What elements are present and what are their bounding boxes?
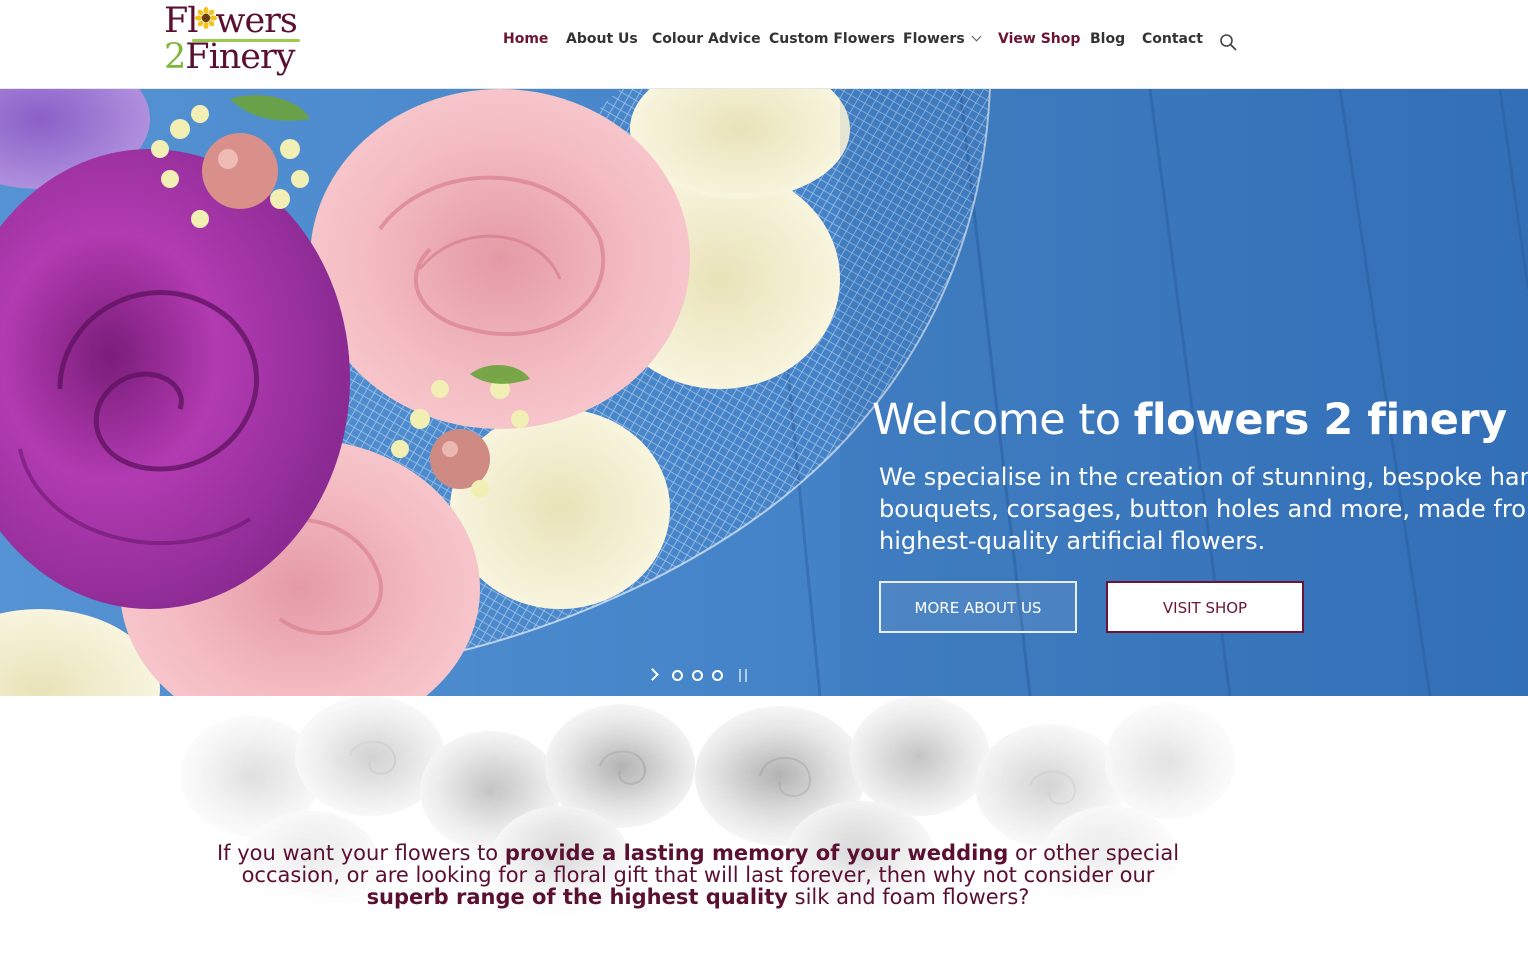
intro-section: If you want your flowers to provide a la… [0,696,1528,954]
slider-dot-3[interactable] [712,670,723,681]
slider-dot-1[interactable] [672,670,683,681]
hero-title: Welcome to flowers 2 finery [872,395,1507,445]
intro-line-1: If you want your flowers to provide a la… [216,841,1180,865]
visit-shop-button[interactable]: VISIT SHOP [1106,581,1304,633]
intro-line-2: occasion, or are looking for a floral gi… [241,863,1155,887]
nav-view-shop[interactable]: View Shop [998,31,1080,47]
site-logo[interactable]: Fl wers 2Finery [164,2,304,78]
chevron-down-icon [971,31,982,42]
nav-colour-advice[interactable]: Colour Advice [652,31,761,47]
nav-blog[interactable]: Blog [1090,31,1125,47]
slider-dot-2[interactable] [692,670,703,681]
hero-description: We specialise in the creation of stunnin… [879,463,1528,555]
hero-slider: Welcome to flowers 2 finery We specialis… [0,89,1528,696]
pause-icon[interactable] [739,669,747,682]
more-about-us-button[interactable]: MORE ABOUT US [879,581,1077,633]
nav-flowers-label: Flowers [903,31,965,47]
nav-custom-flowers[interactable]: Custom Flowers [769,31,895,47]
site-header: Fl wers 2Finery Home About Us Colour Adv… [0,0,1528,89]
nav-home[interactable]: Home [503,31,548,47]
nav-about-us[interactable]: About Us [566,31,638,47]
intro-line-3: superb range of the highest quality silk… [366,885,1030,909]
intro-paragraph: If you want your flowers to provide a la… [0,842,1396,908]
search-icon[interactable] [1219,33,1237,51]
logo-line-2: 2Finery [164,37,296,77]
nav-flowers[interactable]: Flowers [903,31,982,47]
nav-contact[interactable]: Contact [1142,31,1203,47]
logo-line-1: Fl wers [164,1,298,41]
